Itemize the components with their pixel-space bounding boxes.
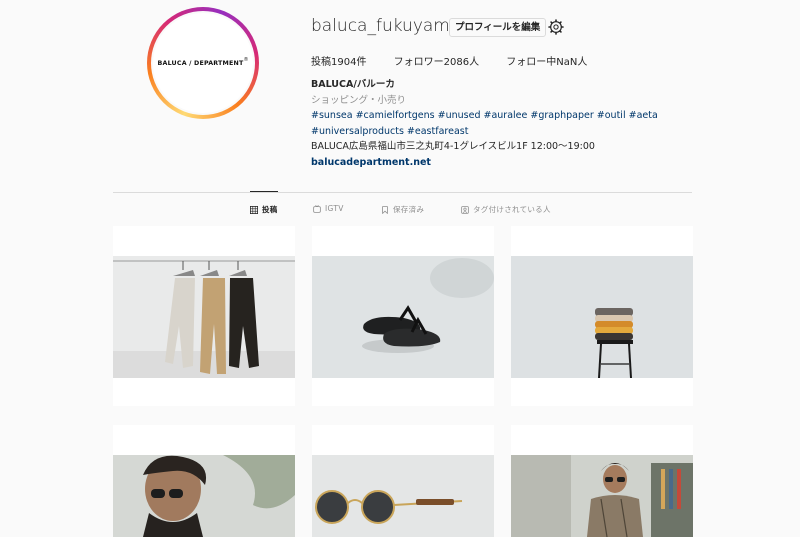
tab-igtv[interactable]: IGTV: [313, 204, 344, 213]
tab-posts[interactable]: 投稿: [250, 204, 278, 215]
avatar-logo-text: BALUCA / DEPARTMENT: [157, 59, 244, 67]
profile-stats: 投稿1904件 フォロワー2086人 フォロー中NaN人: [311, 53, 611, 68]
grid-icon: [250, 205, 258, 214]
tab-tagged-label: タグ付けされている人: [473, 205, 551, 214]
tab-saved[interactable]: 保存済み: [381, 204, 424, 215]
following-link[interactable]: フォロー中NaN人: [506, 57, 587, 68]
edit-profile-button[interactable]: プロフィールを編集: [449, 18, 547, 37]
username: baluca_fukuyama: [311, 16, 461, 36]
tag-user-icon: [461, 205, 469, 214]
profile-bio: BALUCA/バルーカ ショッピング・小売り #sunsea #camielfo…: [311, 77, 658, 170]
tab-saved-label: 保存済み: [393, 205, 425, 214]
post-tile[interactable]: [312, 226, 494, 406]
post-photo-sandals: [312, 256, 494, 378]
post-tile[interactable]: [511, 226, 693, 406]
post-photo-sunglasses: [312, 455, 494, 537]
bio-name: BALUCA/バルーカ: [311, 79, 395, 90]
igtv-icon: [313, 204, 321, 213]
post-tile[interactable]: [113, 226, 295, 406]
tab-divider: [113, 192, 692, 193]
profile-avatar-ring[interactable]: BALUCA / DEPARTMENT ®: [147, 7, 259, 119]
bio-hashtags-line1[interactable]: #sunsea #camielfortgens #unused #auralee…: [311, 108, 658, 124]
bio-category: ショッピング・小売り: [311, 94, 407, 106]
post-tile[interactable]: [113, 425, 295, 537]
post-photo-pants: [113, 256, 295, 378]
posts-count: 投稿1904件: [311, 57, 367, 68]
post-photo-man-sunglasses: [113, 455, 295, 537]
bookmark-icon: [382, 205, 388, 214]
post-tile[interactable]: [511, 425, 693, 537]
followers-link[interactable]: フォロワー2086人: [394, 57, 479, 68]
avatar[interactable]: BALUCA / DEPARTMENT ®: [151, 11, 255, 115]
avatar-registered-mark: ®: [243, 57, 249, 63]
tab-igtv-label: IGTV: [325, 204, 344, 213]
post-photo-man-shop: [511, 455, 693, 537]
gear-icon[interactable]: [548, 19, 564, 35]
bio-address: BALUCA広島県福山市三之丸町4-1グレイスビル1F 12:00〜19:00: [311, 141, 595, 152]
tab-posts-label: 投稿: [262, 205, 278, 214]
tab-active-indicator: [250, 191, 278, 192]
tab-tagged[interactable]: タグ付けされている人: [461, 204, 551, 215]
post-tile[interactable]: [312, 425, 494, 537]
post-photo-beanies: [511, 256, 693, 378]
bio-website-link[interactable]: balucadepartment.net: [311, 155, 658, 171]
bio-hashtags-line2[interactable]: #universalproducts #eastfareast: [311, 124, 658, 140]
